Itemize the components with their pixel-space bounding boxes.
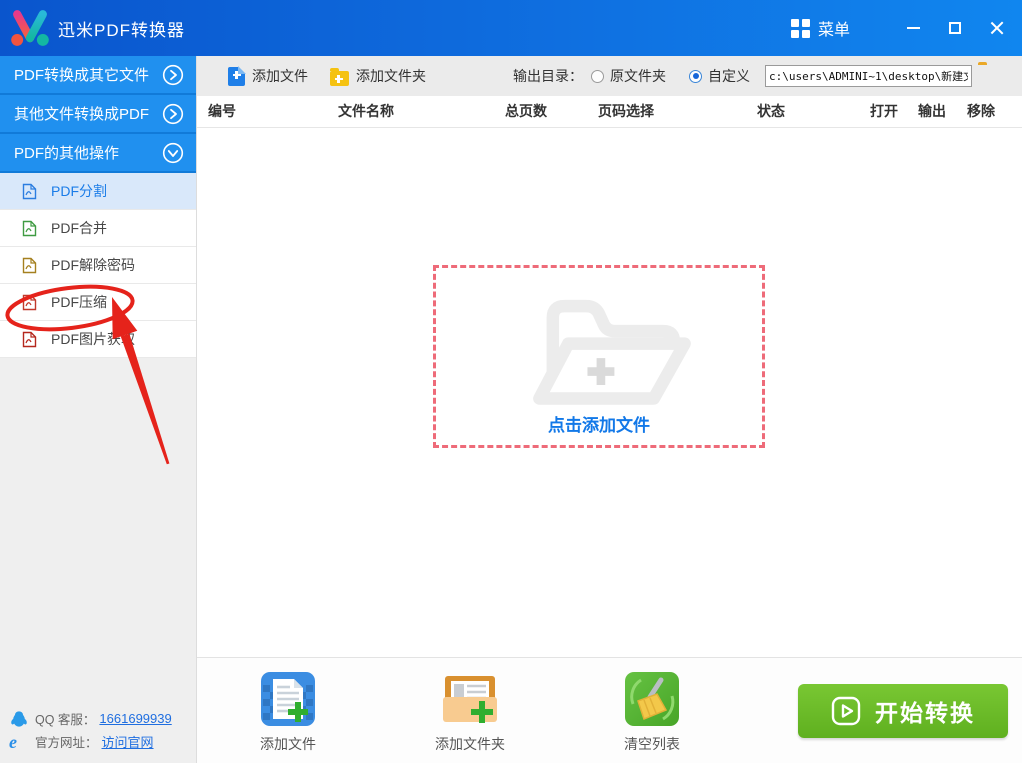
radio-original-label: 原文件夹 bbox=[610, 66, 666, 86]
start-convert-label: 开始转换 bbox=[875, 694, 975, 728]
output-dir-label: 输出目录： bbox=[513, 56, 583, 96]
pdf-file-icon bbox=[22, 257, 37, 274]
sidebar-item-pdf-merge[interactable]: PDF合并 bbox=[0, 210, 196, 247]
output-path-input[interactable] bbox=[765, 65, 972, 87]
chevron-right-circle-icon bbox=[162, 64, 184, 86]
grid-menu-icon bbox=[791, 19, 810, 38]
minimize-icon bbox=[907, 27, 920, 29]
section-label: PDF转换成其它文件 bbox=[14, 64, 162, 85]
clear-list-button-label: 清空列表 bbox=[597, 734, 707, 754]
col-open: 打开 bbox=[870, 96, 898, 126]
col-status: 状态 bbox=[757, 96, 785, 126]
add-file-toolbar-button[interactable]: 添加文件 bbox=[228, 56, 308, 96]
qq-icon bbox=[9, 710, 29, 728]
sidebar-item-pdf-split[interactable]: PDF分割 bbox=[0, 173, 196, 210]
clear-list-button[interactable]: 清空列表 bbox=[597, 671, 707, 754]
dropzone-label: 点击添加文件 bbox=[548, 411, 650, 436]
sidebar-item-pdf-remove-password[interactable]: PDF解除密码 bbox=[0, 247, 196, 284]
sidebar-section-other-to-pdf[interactable]: 其他文件转换成PDF bbox=[0, 95, 196, 134]
radio-unselected-icon bbox=[591, 70, 604, 83]
dropzone-add-files[interactable]: 点击添加文件 bbox=[433, 265, 765, 448]
col-total-pages: 总页数 bbox=[505, 96, 547, 126]
pdf-file-icon bbox=[22, 183, 37, 200]
maximize-icon bbox=[949, 22, 961, 34]
add-folder-button-label: 添加文件夹 bbox=[415, 734, 525, 754]
col-output: 输出 bbox=[918, 96, 946, 126]
sidebar-item-pdf-extract-images[interactable]: PDF图片获取 bbox=[0, 321, 196, 358]
radio-custom-label: 自定义 bbox=[708, 66, 750, 86]
sidebar-item-label: PDF压缩 bbox=[51, 292, 107, 312]
menu-button[interactable]: 菜单 bbox=[791, 16, 850, 40]
app-window: 迅米PDF转换器 菜单 PDF转换成其它文件 其他文件转换成PDF bbox=[0, 0, 1022, 763]
maximize-button[interactable] bbox=[938, 11, 972, 45]
sidebar-item-label: PDF合并 bbox=[51, 218, 107, 238]
chevron-right-circle-icon bbox=[162, 103, 184, 125]
minimize-button[interactable] bbox=[896, 11, 930, 45]
close-button[interactable] bbox=[980, 11, 1014, 45]
section-label: PDF的其他操作 bbox=[14, 142, 162, 163]
radio-original-folder[interactable]: 原文件夹 bbox=[591, 56, 666, 96]
sidebar-section-pdf-to-other[interactable]: PDF转换成其它文件 bbox=[0, 56, 196, 95]
pdf-file-icon bbox=[22, 331, 37, 348]
add-file-icon bbox=[228, 67, 245, 86]
close-icon bbox=[990, 21, 1004, 35]
add-folder-big-icon bbox=[438, 671, 502, 727]
main-content: 添加文件 添加文件夹 输出目录： 原文件夹 自定义 编号 文件名称 总 bbox=[197, 56, 1022, 763]
sidebar-section-pdf-other-ops[interactable]: PDF的其他操作 bbox=[0, 134, 196, 173]
add-folder-button[interactable]: 添加文件夹 bbox=[415, 671, 525, 754]
add-folder-icon bbox=[330, 71, 349, 86]
sidebar: PDF转换成其它文件 其他文件转换成PDF PDF的其他操作 bbox=[0, 56, 197, 763]
ie-browser-icon: e bbox=[9, 733, 29, 751]
pdf-file-icon bbox=[22, 294, 37, 311]
support-info: QQ 客服： 1661699939 e 官方网址： 访问官网 bbox=[0, 707, 197, 753]
official-site-label: 官方网址： bbox=[35, 732, 98, 751]
sidebar-item-label: PDF分割 bbox=[51, 181, 107, 201]
add-file-button-label: 添加文件 bbox=[233, 734, 343, 754]
clear-list-big-icon bbox=[624, 671, 680, 727]
col-number: 编号 bbox=[208, 96, 236, 126]
sidebar-item-pdf-compress[interactable]: PDF压缩 bbox=[0, 284, 196, 321]
add-folder-label: 添加文件夹 bbox=[356, 66, 426, 86]
add-file-big-icon bbox=[260, 671, 316, 727]
browse-folder-button[interactable] bbox=[978, 65, 1002, 87]
toolbar: 添加文件 添加文件夹 输出目录： 原文件夹 自定义 bbox=[197, 56, 1022, 96]
bottom-action-bar: 添加文件 添加文件夹 bbox=[197, 657, 1022, 763]
add-folder-toolbar-button[interactable]: 添加文件夹 bbox=[330, 56, 426, 96]
sidebar-item-label: PDF图片获取 bbox=[51, 329, 135, 349]
titlebar: 迅米PDF转换器 菜单 bbox=[0, 0, 1022, 56]
section-label: 其他文件转换成PDF bbox=[14, 103, 162, 124]
col-filename: 文件名称 bbox=[338, 96, 394, 126]
app-logo-icon bbox=[8, 6, 52, 50]
col-remove: 移除 bbox=[967, 96, 995, 126]
visit-site-link[interactable]: 访问官网 bbox=[102, 732, 154, 751]
radio-custom[interactable]: 自定义 bbox=[689, 56, 750, 96]
add-file-label: 添加文件 bbox=[252, 66, 308, 86]
start-convert-button[interactable]: 开始转换 bbox=[798, 684, 1008, 738]
menu-label: 菜单 bbox=[818, 16, 850, 40]
file-table-header: 编号 文件名称 总页数 页码选择 状态 打开 输出 移除 bbox=[197, 96, 1022, 128]
radio-selected-icon bbox=[689, 70, 702, 83]
play-icon bbox=[831, 696, 861, 726]
qq-service-label: QQ 客服： bbox=[35, 709, 95, 728]
chevron-down-circle-icon bbox=[162, 142, 184, 164]
app-title: 迅米PDF转换器 bbox=[58, 16, 185, 41]
open-folder-icon bbox=[493, 285, 705, 411]
sidebar-item-label: PDF解除密码 bbox=[51, 255, 135, 275]
col-page-select: 页码选择 bbox=[598, 96, 654, 126]
add-file-button[interactable]: 添加文件 bbox=[233, 671, 343, 754]
pdf-file-icon bbox=[22, 220, 37, 237]
qq-number-link[interactable]: 1661699939 bbox=[99, 711, 171, 726]
